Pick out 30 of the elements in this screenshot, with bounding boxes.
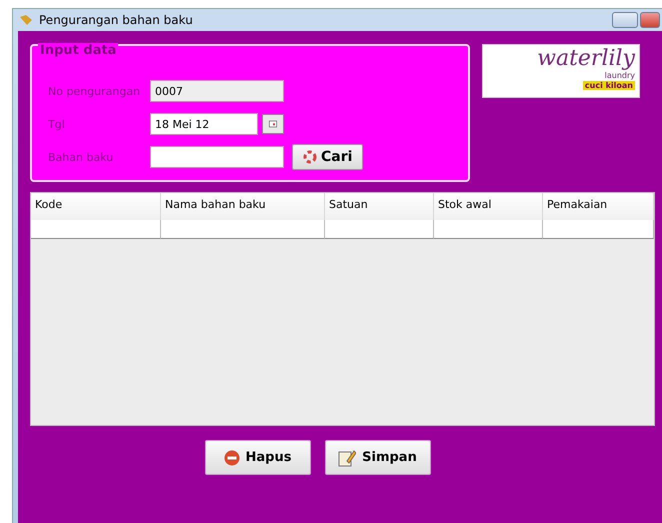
table-cell[interactable] [543, 220, 654, 239]
save-button[interactable]: Simpan [324, 440, 430, 475]
text-field[interactable] [150, 146, 284, 168]
minimize-button[interactable] [612, 12, 638, 28]
field-label: No pengurangan [48, 84, 142, 98]
column-header[interactable]: Pemakaian [543, 193, 654, 220]
table-cell[interactable] [434, 220, 543, 239]
logo: waterlily laundry cuci kiloan [482, 44, 640, 98]
table-cell[interactable] [325, 220, 434, 239]
column-header[interactable]: Kode [31, 193, 161, 220]
table-cell[interactable] [161, 220, 325, 239]
window-title: Pengurangan bahan baku [39, 13, 193, 27]
search-button[interactable]: Cari [292, 144, 364, 170]
notepad-pencil-icon [338, 448, 356, 466]
field-label: Tgl [48, 118, 66, 130]
column-header[interactable]: Stok awal [434, 193, 543, 220]
delete-button[interactable]: Hapus [204, 440, 310, 475]
column-header[interactable]: Nama bahan baku [161, 193, 325, 220]
lifebuoy-icon [303, 150, 317, 164]
calendar-button[interactable] [262, 114, 284, 134]
calendar-icon [269, 119, 277, 129]
text-field[interactable]: 0007 [150, 80, 284, 102]
no-entry-icon [224, 450, 240, 466]
close-button[interactable] [640, 12, 660, 28]
table-cell[interactable] [31, 220, 161, 239]
app-icon [19, 14, 33, 26]
field-label: Bahan baku [48, 150, 114, 164]
group-title: Input data [38, 43, 118, 58]
column-header[interactable]: Satuan [325, 193, 434, 220]
date-field[interactable]: 18 Mei 12 [150, 113, 258, 135]
